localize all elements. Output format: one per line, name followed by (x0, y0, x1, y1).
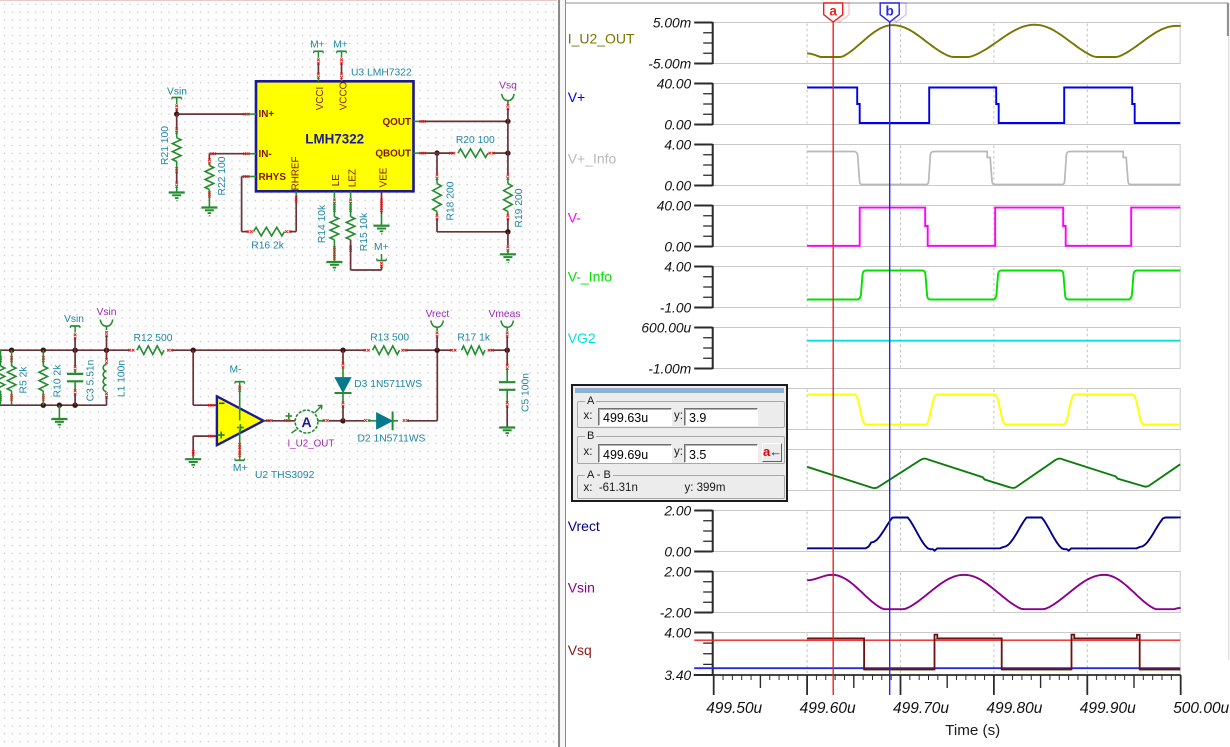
svg-text:4.00: 4.00 (665, 259, 692, 274)
svg-text:M-: M- (229, 365, 241, 376)
svg-text:R17 1k: R17 1k (457, 333, 490, 344)
svg-text:5.00m: 5.00m (653, 15, 691, 30)
svg-text:IN+: IN+ (259, 109, 275, 120)
svg-text:0.00: 0.00 (665, 117, 692, 132)
svg-text:600.00u: 600.00u (642, 320, 692, 335)
svg-text:M+: M+ (374, 242, 389, 253)
svg-text:40.00: 40.00 (657, 198, 692, 213)
svg-text:V+: V+ (568, 89, 586, 105)
svg-text:499.50u: 499.50u (707, 700, 763, 717)
svg-text:Vsin: Vsin (167, 87, 187, 98)
svg-text:-1.00m: -1.00m (649, 361, 692, 376)
svg-text:R13 500: R13 500 (370, 333, 409, 344)
svg-text:R22 100: R22 100 (217, 156, 228, 195)
svg-text:IN-: IN- (259, 149, 272, 160)
svg-text:Vsin: Vsin (96, 307, 116, 318)
svg-text:VEE: VEE (378, 167, 389, 187)
svg-text:LE: LE (331, 174, 342, 186)
svg-text:R21 100: R21 100 (160, 126, 171, 165)
svg-text:Time (s): Time (s) (945, 722, 1000, 739)
svg-text:VCCO: VCCO (339, 81, 350, 110)
svg-text:RHREF: RHREF (290, 156, 301, 190)
svg-text:Vsq: Vsq (568, 642, 592, 658)
svg-text:R18 200: R18 200 (445, 181, 456, 220)
svg-text:R20 100: R20 100 (456, 135, 495, 146)
svg-text:Vsin: Vsin (568, 579, 595, 595)
svg-text:U2 THS3092: U2 THS3092 (255, 470, 315, 481)
svg-text:V+_Info: V+_Info (568, 151, 617, 167)
svg-text:R12 500: R12 500 (134, 333, 173, 344)
svg-text:-2.00: -2.00 (660, 605, 692, 620)
svg-text:R15 10k: R15 10k (359, 212, 370, 251)
svg-text:I_U2_OUT: I_U2_OUT (288, 439, 335, 450)
svg-text:a: a (830, 4, 838, 19)
svg-text:R16 2k: R16 2k (251, 240, 284, 251)
svg-text:-1.00: -1.00 (660, 300, 692, 315)
svg-text:I_U2_OUT: I_U2_OUT (568, 30, 635, 46)
svg-text:M+: M+ (233, 463, 248, 474)
svg-text:VCCI: VCCI (315, 87, 326, 111)
svg-text:A: A (301, 414, 311, 430)
svg-text:U3 LMH7322: U3 LMH7322 (351, 68, 412, 79)
svg-text:QBOUT: QBOUT (375, 149, 411, 160)
svg-text:b: b (886, 4, 894, 19)
svg-text:LEZ: LEZ (348, 169, 359, 187)
svg-text:M+: M+ (310, 40, 325, 51)
svg-text:40.00: 40.00 (657, 76, 692, 91)
svg-text:Vrect: Vrect (426, 309, 450, 320)
svg-text:R19 200: R19 200 (514, 188, 525, 227)
svg-text:3.40: 3.40 (665, 668, 692, 683)
svg-text:499.80u: 499.80u (987, 700, 1043, 717)
svg-text:L1 100n: L1 100n (116, 360, 127, 397)
svg-text:D3 1N5711WS: D3 1N5711WS (354, 379, 422, 390)
svg-text:499.70u: 499.70u (893, 700, 949, 717)
svg-text:2.00: 2.00 (664, 503, 692, 518)
svg-text:QOUT: QOUT (382, 117, 411, 128)
svg-text:-5.00m: -5.00m (649, 56, 692, 71)
svg-text:V-_Info: V-_Info (568, 268, 613, 284)
svg-text:R10 2k: R10 2k (53, 364, 64, 397)
svg-text:R14 10k: R14 10k (317, 204, 328, 243)
svg-text:VG2: VG2 (568, 330, 596, 346)
svg-text:0.00: 0.00 (665, 178, 692, 193)
svg-text:4.00: 4.00 (665, 137, 692, 152)
svg-text:LMH7322: LMH7322 (305, 131, 364, 146)
svg-text:V-: V- (568, 210, 582, 226)
svg-text:R5 2k: R5 2k (19, 366, 30, 394)
svg-text:4.00: 4.00 (665, 625, 692, 640)
svg-text:499.90u: 499.90u (1080, 700, 1136, 717)
svg-text:Vsin: Vsin (64, 314, 84, 325)
svg-text:500.00u: 500.00u (1173, 700, 1229, 717)
svg-text:Vmeas: Vmeas (488, 309, 520, 320)
svg-text:0.00: 0.00 (665, 239, 692, 254)
svg-text:499.60u: 499.60u (800, 700, 856, 717)
svg-text:M+: M+ (333, 40, 348, 51)
svg-text:Vsq: Vsq (499, 81, 517, 92)
svg-text:C5 100n: C5 100n (521, 373, 532, 412)
svg-text:RHYS: RHYS (259, 172, 287, 183)
svg-text:Vrect: Vrect (568, 518, 600, 534)
svg-text:C3 5.51n: C3 5.51n (86, 359, 97, 401)
svg-text:0.00: 0.00 (665, 544, 692, 559)
svg-text:2.00: 2.00 (664, 564, 692, 579)
svg-text:D2 1N5711WS: D2 1N5711WS (358, 434, 426, 445)
